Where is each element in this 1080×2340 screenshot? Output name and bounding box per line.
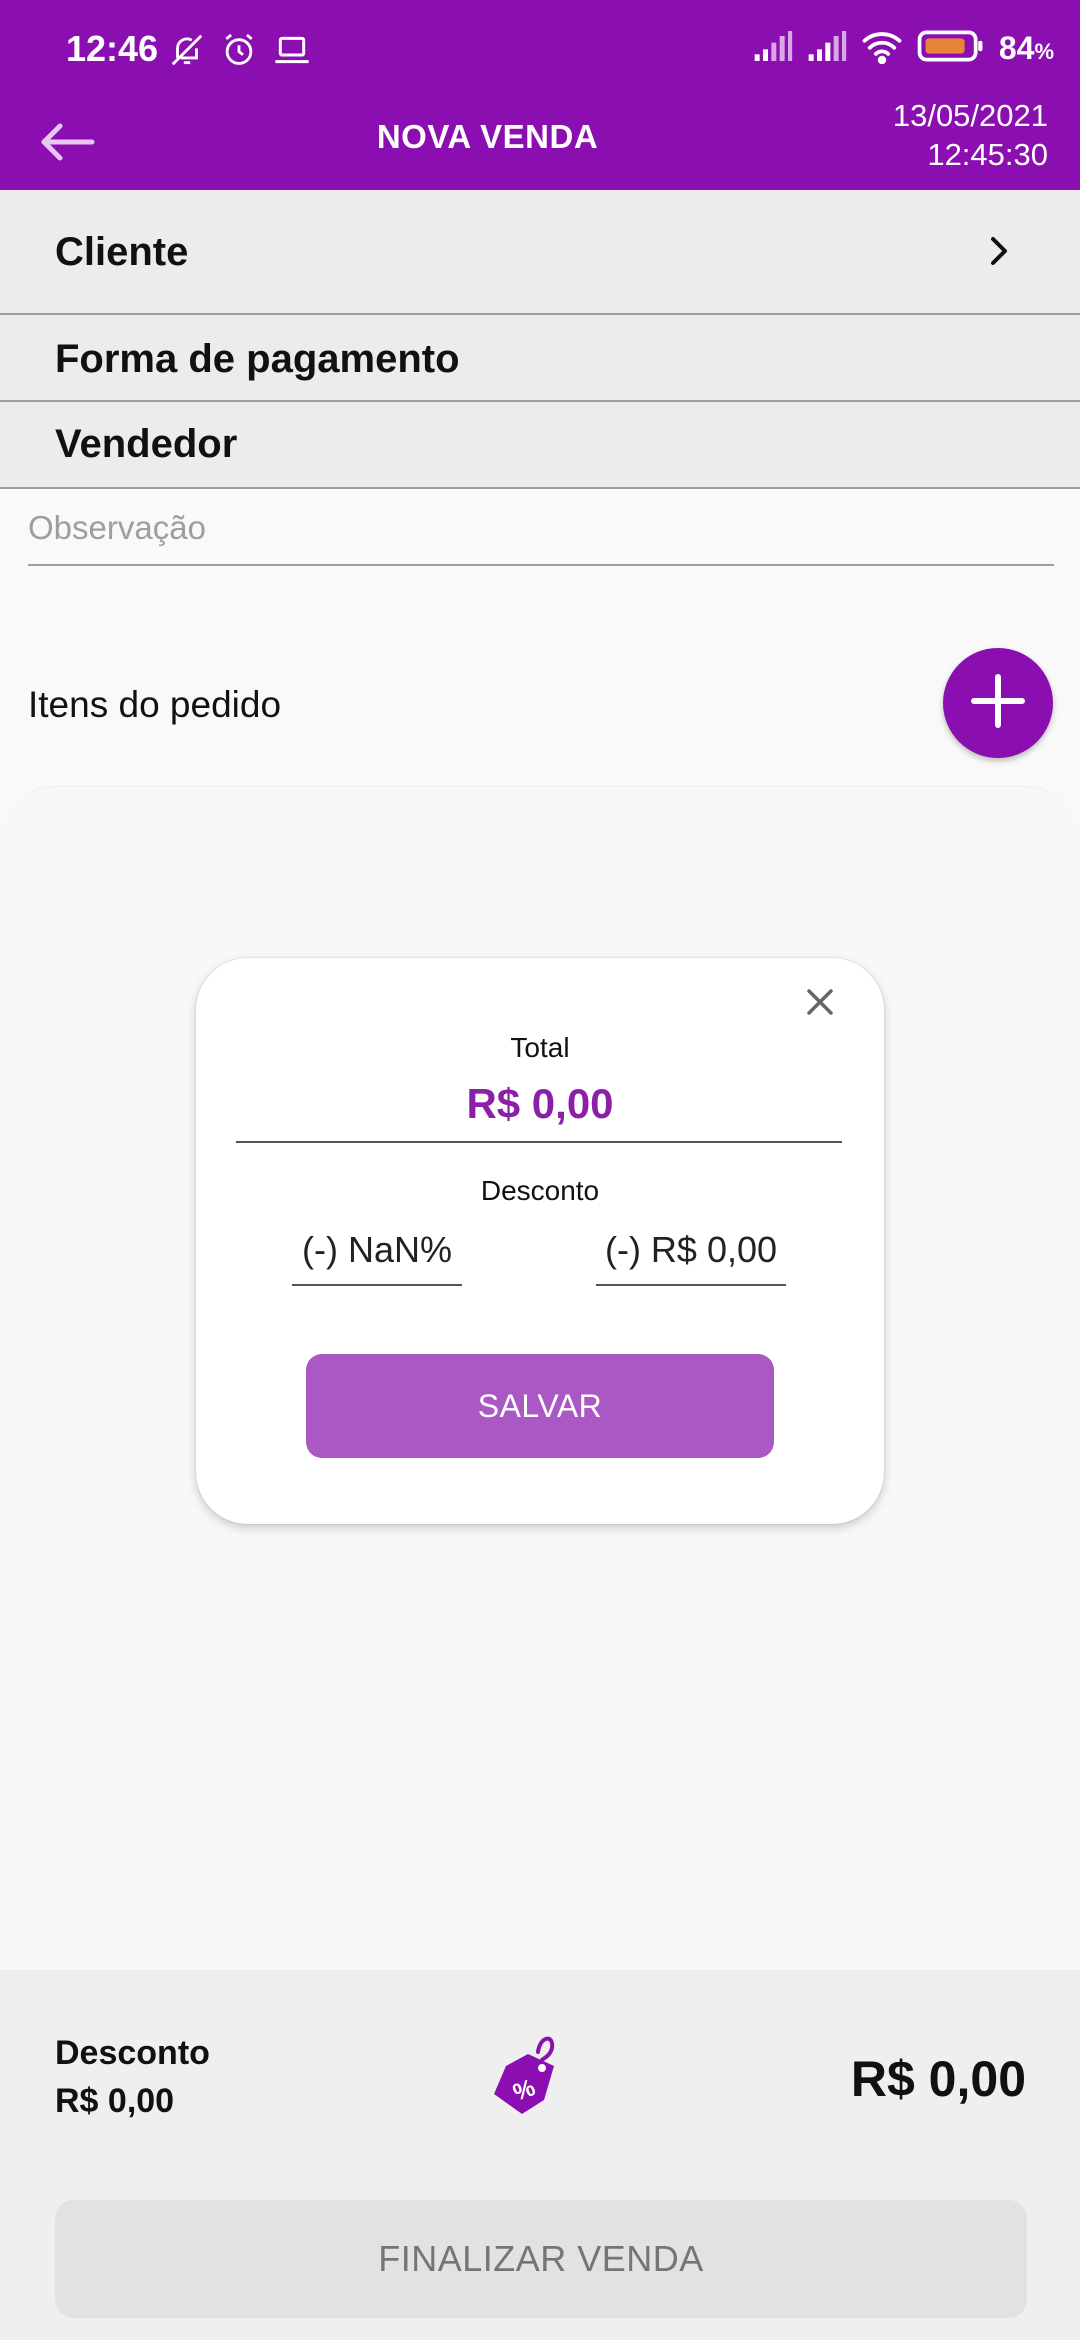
- observation-input[interactable]: [28, 494, 1054, 562]
- payment-method-row[interactable]: Forma de pagamento: [0, 315, 1080, 402]
- dialog-total-label: Total: [510, 1032, 570, 1063]
- status-icons-left: [168, 30, 312, 75]
- chevron-right-icon: [988, 234, 1010, 273]
- order-items-title: Itens do pedido: [28, 684, 282, 725]
- close-icon: [806, 988, 834, 1021]
- dialog-total-value: R$ 0,00: [466, 1080, 614, 1127]
- close-button[interactable]: [798, 982, 842, 1026]
- signal-icon: [753, 29, 793, 68]
- plus-icon: [969, 672, 1027, 735]
- status-time: 12:46: [66, 28, 159, 69]
- seller-row[interactable]: Vendedor: [0, 402, 1080, 489]
- footer-summary: Desconto R$ 0,00 % R$ 0,00 FINALIZAR VEN…: [0, 1970, 1080, 2340]
- client-row[interactable]: Cliente: [0, 190, 1080, 315]
- discount-tag-icon: %: [494, 2036, 555, 2114]
- sale-time: 12:45:30: [927, 137, 1048, 172]
- sale-datetime: 13/05/2021 12:45:30: [893, 96, 1048, 174]
- discount-dialog: Total R$ 0,00 Desconto SALVAR: [196, 958, 884, 1524]
- client-label: Cliente: [55, 230, 189, 274]
- seller-label: Vendedor: [55, 422, 238, 466]
- app-bar: NOVA VENDA 13/05/2021 12:45:30: [0, 98, 1080, 190]
- observation-field: [28, 494, 1054, 566]
- save-button[interactable]: SALVAR: [306, 1354, 774, 1458]
- sale-date: 13/05/2021: [892, 98, 1048, 133]
- add-item-button[interactable]: [943, 648, 1053, 758]
- dialog-discount-label: Desconto: [480, 1175, 600, 1206]
- finalize-sale-button[interactable]: FINALIZAR VENDA: [55, 2200, 1027, 2318]
- footer-total-value: R$ 0,00: [850, 2051, 1026, 2107]
- page-title: NOVA VENDA: [376, 118, 599, 155]
- battery-percent: 84%: [998, 30, 1054, 66]
- discount-amount-input[interactable]: [596, 1220, 786, 1280]
- alarm-icon: [220, 30, 258, 75]
- laptop-icon: [272, 30, 312, 75]
- signal-icon: [807, 29, 847, 68]
- discount-percent-field: [292, 1220, 462, 1286]
- status-icons-right: 84%: [753, 28, 1054, 69]
- discount-percent-input[interactable]: [292, 1220, 462, 1280]
- status-bar: 12:46 84%: [0, 0, 1080, 100]
- footer-discount-label: Desconto: [55, 2034, 210, 2072]
- battery-icon: [917, 29, 985, 68]
- wifi-icon: [861, 28, 903, 69]
- notifications-off-icon: [168, 30, 206, 75]
- payment-method-label: Forma de pagamento: [55, 337, 460, 381]
- discount-button[interactable]: %: [488, 2028, 568, 2120]
- divider: [236, 1141, 842, 1143]
- footer-discount-value: R$ 0,00: [55, 2082, 175, 2120]
- discount-amount-field: [596, 1220, 786, 1286]
